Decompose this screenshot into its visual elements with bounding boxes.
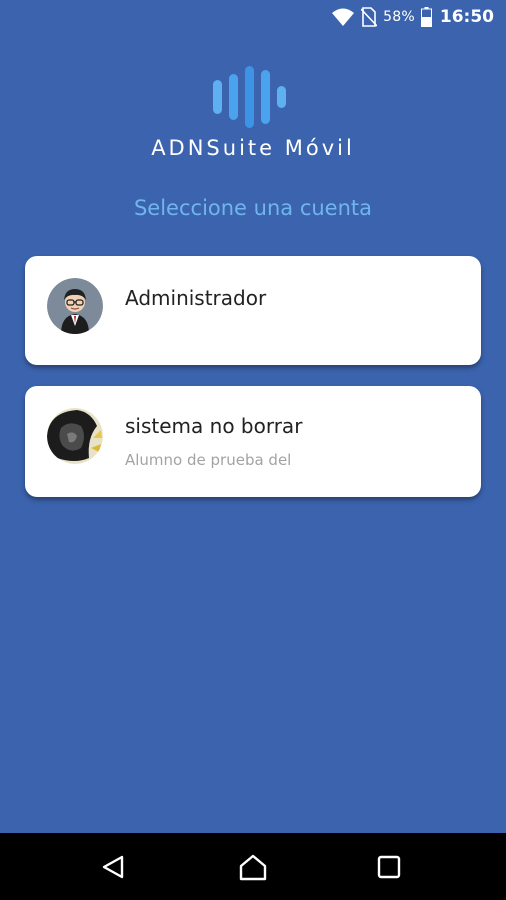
select-account-prompt: Seleccione una cuenta [133, 196, 373, 220]
app-title: ADNSuite Móvil [151, 136, 355, 160]
account-card-sistema[interactable]: sistema no borrar Alumno de prueba del [25, 386, 481, 497]
status-icons: 58% 16:50 [331, 0, 494, 34]
app-logo [0, 66, 506, 128]
back-button[interactable] [83, 833, 143, 900]
battery-percentage: 58% [383, 9, 415, 25]
back-triangle-icon [102, 855, 124, 878]
no-sim-icon [361, 7, 378, 27]
system-navigation-bar [0, 833, 506, 900]
account-card-administrador[interactable]: Administrador [25, 256, 481, 365]
battery-icon [420, 7, 432, 27]
businessman-avatar-icon [47, 278, 103, 334]
sound-wave-logo-icon [213, 66, 286, 128]
clock: 16:50 [439, 7, 494, 27]
recents-button[interactable] [359, 833, 419, 900]
home-icon [239, 854, 267, 880]
home-button[interactable] [223, 833, 283, 900]
wifi-icon [331, 7, 355, 27]
account-description: Alumno de prueba del [125, 451, 292, 469]
account-name: sistema no borrar [125, 414, 303, 438]
account-name: Administrador [125, 286, 267, 310]
profile-photo-avatar [47, 408, 103, 464]
recents-square-icon [377, 855, 401, 878]
status-bar: 58% 16:50 [0, 0, 506, 34]
